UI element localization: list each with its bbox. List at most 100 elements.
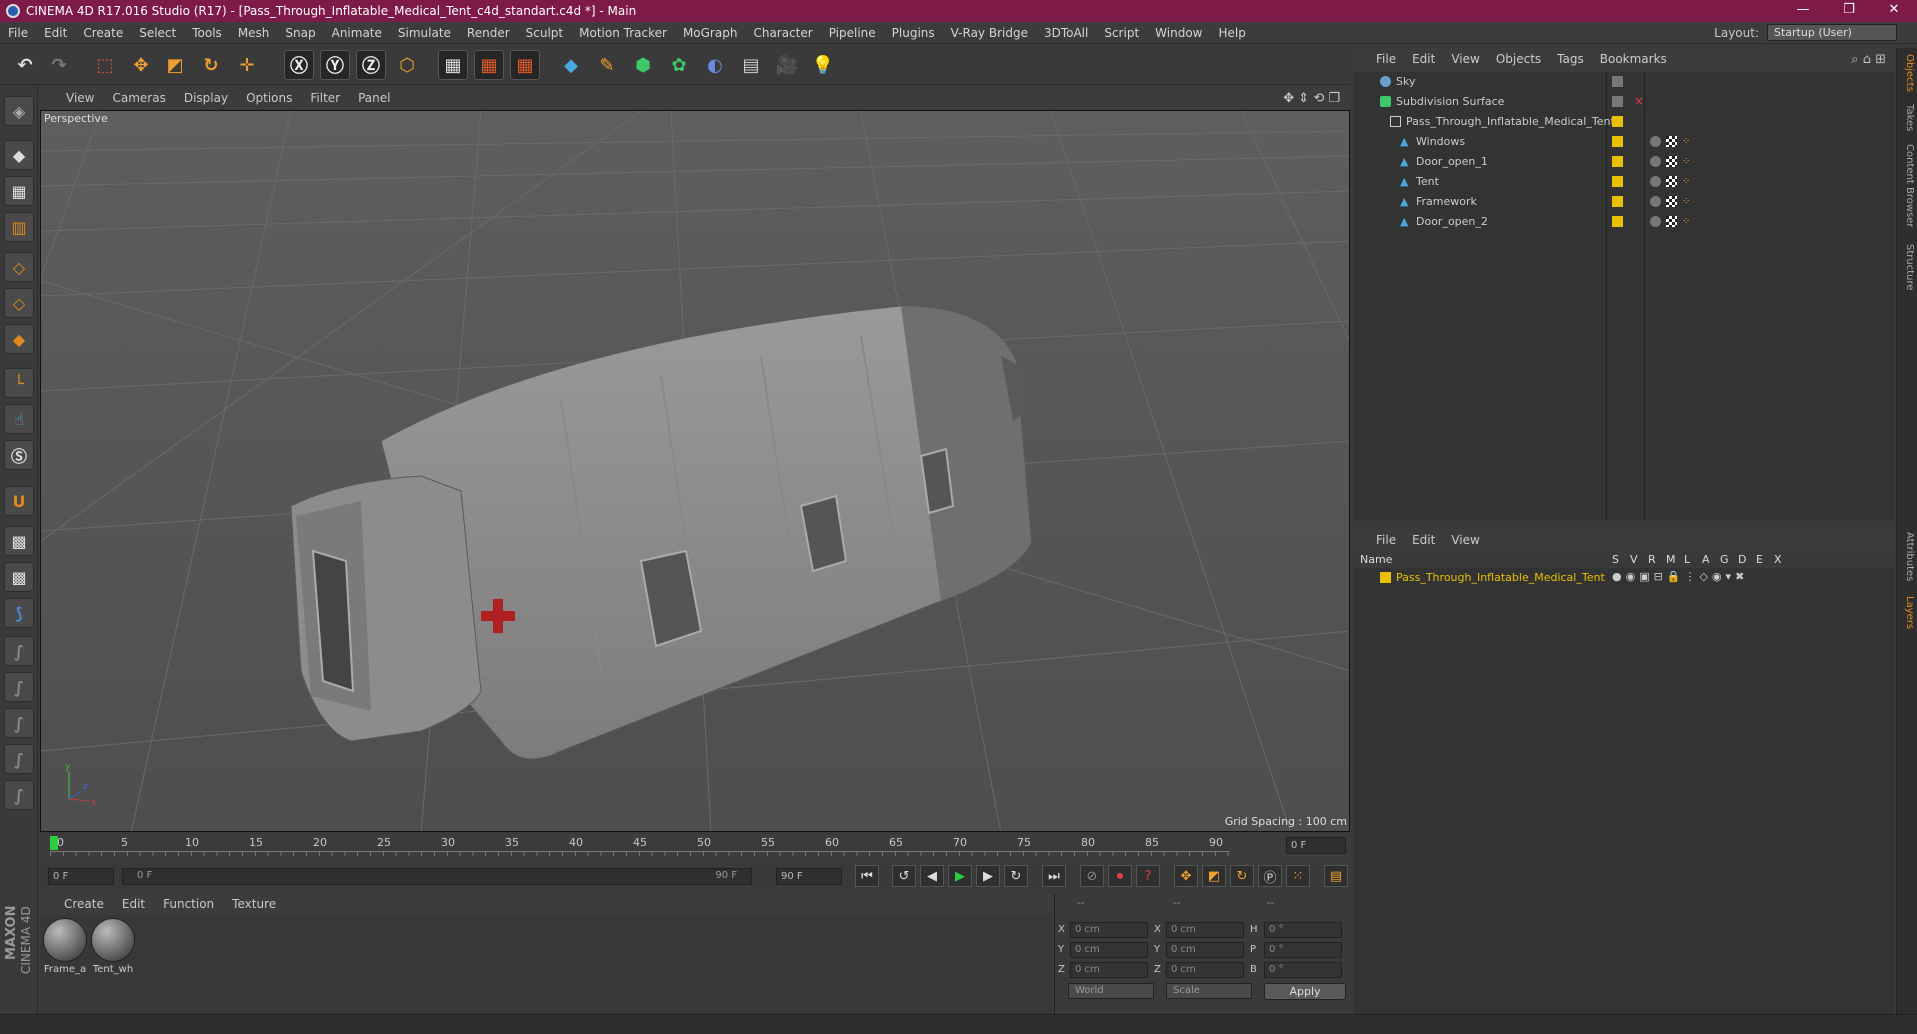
cube-primitive-icon[interactable]: ◆ xyxy=(556,50,586,80)
minimize-button[interactable]: — xyxy=(1780,0,1826,22)
sculpt-tool-3-icon[interactable]: ∫ xyxy=(4,708,34,738)
layer-color-icon[interactable] xyxy=(1612,76,1623,87)
next-frame-icon[interactable]: ▶ xyxy=(976,865,1000,887)
workplane-mode-icon[interactable]: ▥ xyxy=(4,212,34,242)
position-y-field[interactable]: 0 cm xyxy=(1070,942,1148,958)
move-axis-icon[interactable]: ✛ xyxy=(232,50,262,80)
uvw-tag-icon[interactable] xyxy=(1666,156,1677,167)
render-settings-icon[interactable]: ▦ xyxy=(510,50,540,80)
points-mode-icon[interactable]: ◇ xyxy=(4,252,34,282)
menu-create[interactable]: Create xyxy=(75,26,131,40)
autokey-icon[interactable]: ? xyxy=(1136,865,1160,887)
tab-objects[interactable]: Objects xyxy=(1900,54,1915,92)
sculpt-tool-5-icon[interactable]: ∫ xyxy=(4,780,34,810)
texture-mode-icon[interactable]: ▦ xyxy=(4,176,34,206)
maximize-button[interactable]: ❐ xyxy=(1826,0,1872,22)
menu-help[interactable]: Help xyxy=(1210,26,1253,40)
material-tag-icon[interactable] xyxy=(1650,156,1661,167)
material-tag-icon[interactable] xyxy=(1650,136,1661,147)
menu-mesh[interactable]: Mesh xyxy=(230,26,278,40)
mograph-cloner-icon[interactable]: ✿ xyxy=(664,50,694,80)
object-row-sky[interactable]: Sky xyxy=(1354,72,1894,92)
lm-menu-file[interactable]: File xyxy=(1368,533,1404,547)
select-live-icon[interactable]: ⬚ xyxy=(90,50,120,80)
apply-button[interactable]: Apply xyxy=(1264,983,1346,1000)
python-icon[interactable]: ⟆ xyxy=(4,598,34,628)
menu-simulate[interactable]: Simulate xyxy=(390,26,459,40)
close-button[interactable]: ✕ xyxy=(1871,0,1917,22)
material-menu-texture[interactable]: Texture xyxy=(223,897,285,911)
rotation-p-field[interactable]: 0 ° xyxy=(1264,942,1342,958)
selection-tag-icon[interactable]: ⁘ xyxy=(1682,136,1693,147)
timeline-ruler[interactable]: 0 5 10 15 20 25 30 35 40 45 50 55 60 65 … xyxy=(40,834,1350,858)
menu-tools[interactable]: Tools xyxy=(184,26,230,40)
viewport-menu-cameras[interactable]: Cameras xyxy=(103,91,174,105)
selection-tag-icon[interactable]: ⁘ xyxy=(1682,156,1693,167)
uvw-tag-icon[interactable] xyxy=(1666,196,1677,207)
object-row-framework[interactable]: ▲ Framework ⁘ xyxy=(1354,192,1894,212)
tab-takes[interactable]: Takes xyxy=(1900,104,1915,131)
viewport-menu-options[interactable]: Options xyxy=(237,91,301,105)
frame-range-slider[interactable]: 0 F 90 F xyxy=(122,868,752,885)
coordinate-mode-dropdown[interactable]: Scale xyxy=(1166,983,1252,999)
layer-row[interactable]: Pass_Through_Inflatable_Medical_Tent ●◉▣… xyxy=(1354,568,1894,588)
rotate-tool-icon[interactable]: ↻ xyxy=(196,50,226,80)
magnet-icon[interactable]: U xyxy=(4,486,34,516)
sculpt-tool-icon[interactable]: ∫ xyxy=(4,636,34,666)
end-frame-field[interactable]: 90 F xyxy=(776,868,842,885)
object-row-tent[interactable]: ▲ Tent ⁘ xyxy=(1354,172,1894,192)
uvw-tag-icon[interactable] xyxy=(1666,216,1677,227)
object-row-door-open-2[interactable]: ▲ Door_open_2 ⁘ xyxy=(1354,212,1894,232)
go-to-start-icon[interactable]: ⏮ xyxy=(855,865,879,887)
y-axis-lock-icon[interactable]: Ⓨ xyxy=(320,50,350,80)
om-menu-objects[interactable]: Objects xyxy=(1488,52,1549,66)
tab-attributes[interactable]: Attributes xyxy=(1900,532,1915,581)
tab-structure[interactable]: Structure xyxy=(1900,244,1915,291)
uvw-tag-icon[interactable] xyxy=(1666,136,1677,147)
selection-tag-icon[interactable]: ⁘ xyxy=(1682,176,1693,187)
layer-color-icon[interactable] xyxy=(1612,116,1623,127)
material-menu-function[interactable]: Function xyxy=(154,897,223,911)
material-item[interactable]: Tent_wh xyxy=(90,918,136,975)
play-icon[interactable]: ▶ xyxy=(948,865,972,887)
menu-3dtoall[interactable]: 3DToAll xyxy=(1036,26,1096,40)
size-z-field[interactable]: 0 cm xyxy=(1166,962,1244,978)
lock-workplane-icon[interactable]: ▩ xyxy=(4,526,34,556)
object-row-tent-null[interactable]: Pass_Through_Inflatable_Medical_Tent xyxy=(1354,112,1894,132)
make-editable-icon[interactable]: ◈ xyxy=(4,96,34,126)
menu-select[interactable]: Select xyxy=(131,26,184,40)
position-z-field[interactable]: 0 cm xyxy=(1070,962,1148,978)
menu-motion-tracker[interactable]: Motion Tracker xyxy=(571,26,675,40)
selection-tag-icon[interactable]: ⁘ xyxy=(1682,216,1693,227)
material-tag-icon[interactable] xyxy=(1650,216,1661,227)
current-frame-field[interactable]: 0 F xyxy=(1286,837,1346,854)
menu-window[interactable]: Window xyxy=(1147,26,1210,40)
material-tag-icon[interactable] xyxy=(1650,196,1661,207)
next-key-icon[interactable]: ↻ xyxy=(1004,865,1028,887)
camera-icon[interactable]: 🎥 xyxy=(772,50,802,80)
key-pla-icon[interactable]: ⁙ xyxy=(1286,865,1310,887)
go-to-end-icon[interactable]: ⏭ xyxy=(1042,865,1066,887)
edges-mode-icon[interactable]: ◇ xyxy=(4,288,34,318)
om-menu-edit[interactable]: Edit xyxy=(1404,52,1443,66)
om-menu-view[interactable]: View xyxy=(1443,52,1487,66)
coordinate-system-icon[interactable]: ⬡ xyxy=(392,50,422,80)
object-row-door-open-1[interactable]: ▲ Door_open_1 ⁘ xyxy=(1354,152,1894,172)
menu-script[interactable]: Script xyxy=(1096,26,1147,40)
menu-snap[interactable]: Snap xyxy=(277,26,323,40)
menu-render[interactable]: Render xyxy=(459,26,518,40)
x-axis-lock-icon[interactable]: Ⓧ xyxy=(284,50,314,80)
material-item[interactable]: Frame_a xyxy=(42,918,88,975)
pen-spline-icon[interactable]: ✎ xyxy=(592,50,622,80)
menu-mograph[interactable]: MoGraph xyxy=(675,26,746,40)
deformer-icon[interactable]: ◐ xyxy=(700,50,730,80)
snap-s-icon[interactable]: Ⓢ xyxy=(4,440,34,470)
subdivision-generator-icon[interactable]: ⬢ xyxy=(628,50,658,80)
object-row-subdivision-surface[interactable]: Subdivision Surface × xyxy=(1354,92,1894,112)
selection-tag-icon[interactable]: ⁘ xyxy=(1682,196,1693,207)
om-menu-bookmarks[interactable]: Bookmarks xyxy=(1592,52,1675,66)
material-tag-icon[interactable] xyxy=(1650,176,1661,187)
move-tool-icon[interactable]: ✥ xyxy=(126,50,156,80)
menu-edit[interactable]: Edit xyxy=(36,26,75,40)
axis-mode-icon[interactable]: └ xyxy=(4,368,34,398)
